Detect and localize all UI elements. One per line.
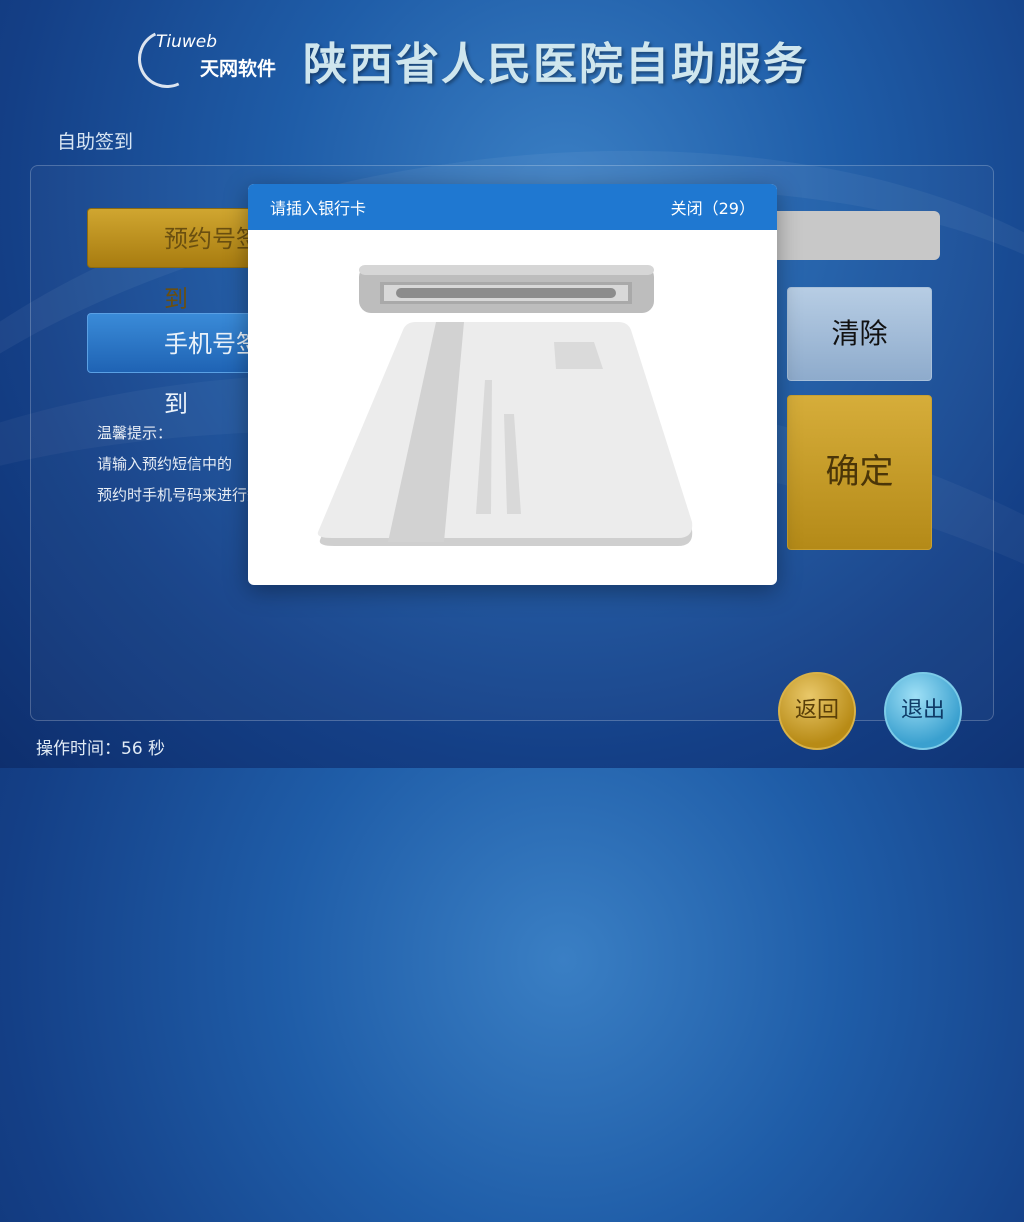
logo-chinese: 天网软件 — [200, 58, 277, 80]
tips-box: 温馨提示： 请输入预约短信中的 预约时手机号码来进行签到 — [97, 418, 257, 511]
tab-phone-signin[interactable]: 手机号签到 — [87, 313, 267, 418]
insert-card-illustration-icon — [317, 265, 693, 546]
breadcrumb: 自助签到 — [57, 131, 134, 153]
confirm-button[interactable]: 确定 — [787, 395, 932, 550]
tiuweb-logo: Tiuweb 天网软件 — [129, 21, 288, 97]
exit-button[interactable]: 退出 — [884, 672, 962, 750]
site-title: 陕西省人民医院自助服务 — [303, 39, 809, 90]
back-button[interactable]: 返回 — [778, 672, 856, 750]
clear-button[interactable]: 清除 — [787, 287, 932, 381]
dialog-body — [248, 230, 777, 585]
phone-input[interactable] — [760, 211, 940, 260]
logo-english: Tiuweb — [156, 32, 218, 52]
bank-card-icon — [317, 322, 693, 546]
tab-appointment-signin[interactable]: 预约号签到 — [87, 208, 267, 313]
insert-card-dialog: 请插入银行卡 关闭（29） — [248, 184, 777, 585]
tips-line: 请输入预约短信中的 — [97, 455, 233, 473]
dialog-close-button[interactable]: 关闭（29） — [671, 195, 755, 219]
dialog-title: 请插入银行卡 — [270, 199, 367, 218]
tips-line: 预约时手机号码来进行签到 — [97, 486, 257, 504]
operation-timer: 操作时间：56 秒 — [36, 739, 166, 759]
dialog-header: 请插入银行卡 关闭（29） — [248, 184, 777, 230]
tips-title: 温馨提示： — [97, 424, 173, 442]
